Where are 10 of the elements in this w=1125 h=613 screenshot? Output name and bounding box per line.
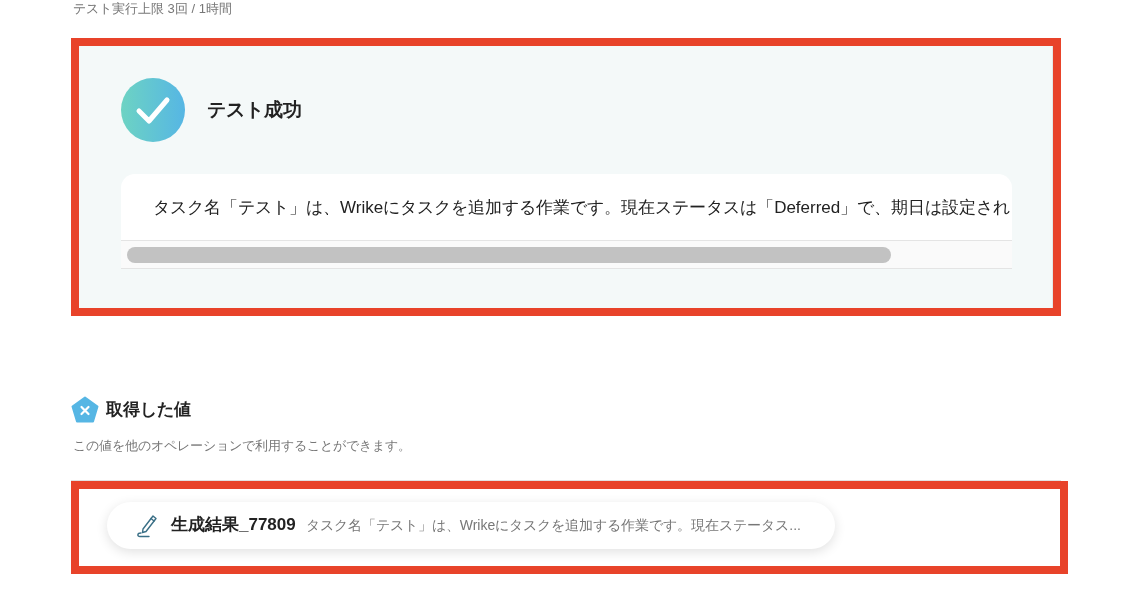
limit-note: テスト実行上限 3回 / 1時間 bbox=[72, 0, 233, 18]
value-preview: タスク名「テスト」は、Wrikeにタスクを追加する作業です。現在ステータス... bbox=[305, 515, 801, 535]
output-text: タスク名「テスト」は、Wrikeにタスクを追加する作業です。現在ステータスは「Deferred」で、期日は設定され bbox=[152, 197, 1012, 219]
variable-icon bbox=[71, 396, 99, 424]
result-title: テスト成功 bbox=[207, 98, 302, 122]
value-chip[interactable]: 生成結果_77809 タスク名「テスト」は、Wrikeにタスクを追加する作業です。現在ステータス... bbox=[107, 501, 835, 549]
section-description: この値を他のオペレーションで利用することができます。 bbox=[73, 437, 412, 455]
scrollbar-thumb[interactable] bbox=[127, 247, 891, 263]
section-title: 取得した値 bbox=[106, 399, 191, 421]
value-name: 生成結果_77809 bbox=[171, 514, 296, 537]
